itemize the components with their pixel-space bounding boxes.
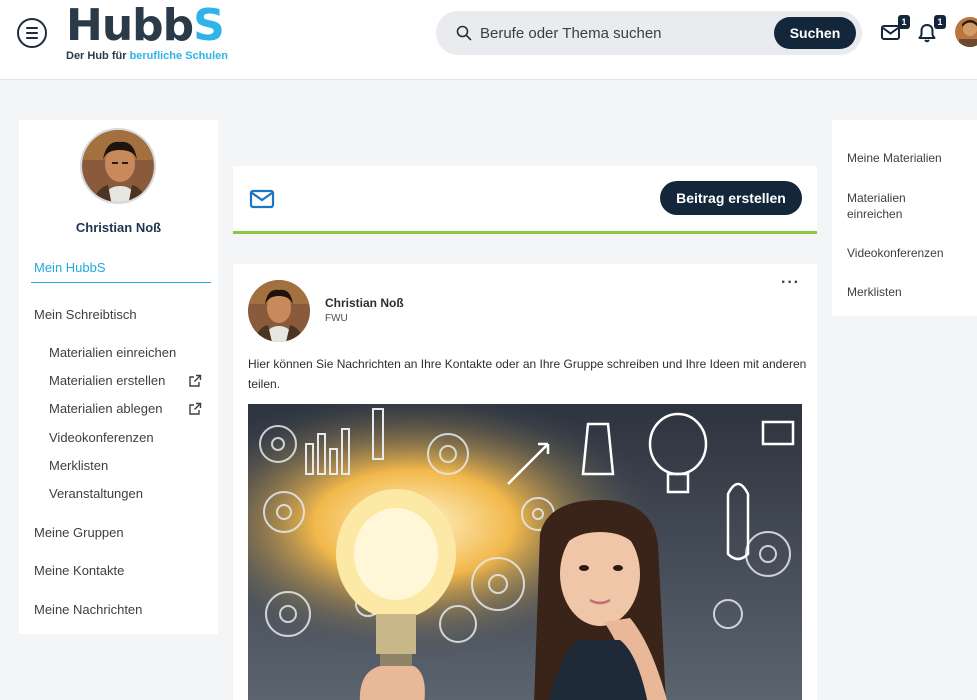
external-link-icon [189,374,202,387]
post-more-options-button[interactable]: ··· [781,274,800,292]
sidebar-item-meine-kontakte[interactable]: Meine Kontakte [34,563,124,578]
hubbs-logo[interactable]: HubbS Der Hub für berufliche Schulen [66,4,236,64]
post-author-name[interactable]: Christian Noß [325,296,404,310]
logo-tagline: Der Hub für berufliche Schulen [66,50,228,62]
search-bar: Suchen [436,11,862,55]
top-header: HubbS Der Hub für berufliche Schulen Suc… [0,0,977,80]
post-author-avatar[interactable] [248,280,310,342]
user-avatar[interactable] [955,17,977,47]
profile-photo [82,130,154,202]
post-illustration [248,404,802,700]
menu-icon-line [26,37,38,39]
quick-link-merklisten[interactable]: Merklisten [847,284,967,300]
quick-link-videokonferenzen[interactable]: Videokonferenzen [847,245,967,261]
quick-link-meine-materialien[interactable]: Meine Materialien [847,150,967,166]
post-image[interactable] [248,404,802,700]
menu-icon-line [26,32,38,34]
search-button[interactable]: Suchen [774,17,856,49]
search-icon [456,25,472,41]
search-input[interactable] [480,21,780,45]
create-post-button[interactable]: Beitrag erstellen [660,181,802,215]
sidebar-subitem-merklisten[interactable]: Merklisten [49,458,108,473]
sidebar-subitem-videokonferenzen[interactable]: Videokonferenzen [49,430,154,445]
quick-link-materialien-einreichen[interactable]: Materialien einreichen [847,190,927,222]
left-sidebar: Christian Noß Mein HubbS Mein Schreibtis… [19,120,218,634]
notifications-badge: 1 [934,15,946,29]
logo-wordmark: HubbS [66,0,225,51]
messages-button[interactable]: 1 [880,15,910,46]
sidebar-subitem-veranstaltungen[interactable]: Veranstaltungen [49,486,143,501]
sidebar-subitem-materialien-einreichen[interactable]: Materialien einreichen [49,345,176,360]
sidebar-subitem-materialien-erstellen[interactable]: Materialien erstellen [49,373,165,388]
sidebar-item-mein-schreibtisch[interactable]: Mein Schreibtisch [34,307,137,322]
sidebar-subitem-materialien-ablegen[interactable]: Materialien ablegen [49,401,162,416]
sidebar-item-meine-nachrichten[interactable]: Meine Nachrichten [34,602,142,617]
post-composer: Beitrag erstellen [233,166,817,234]
active-nav-underline [31,282,211,283]
profile-name[interactable]: Christian Noß [19,220,218,235]
profile-avatar[interactable] [80,128,156,204]
notifications-button[interactable]: 1 [916,15,946,46]
messages-badge: 1 [898,15,910,29]
sidebar-item-meine-gruppen[interactable]: Meine Gruppen [34,525,124,540]
hamburger-menu-button[interactable] [17,18,47,48]
post-author-photo [248,280,310,342]
post-text: Hier können Sie Nachrichten an Ihre Kont… [248,357,807,391]
mail-icon[interactable] [249,188,275,210]
post-author-org: FWU [325,313,348,324]
menu-icon-line [26,27,38,29]
external-link-icon [189,402,202,415]
sidebar-item-mein-hubbs[interactable]: Mein HubbS [34,260,106,275]
feed-post: Christian Noß FWU ··· Hier können Sie Na… [233,264,817,700]
right-quick-menu: Meine Materialien Materialien einreichen… [832,120,977,316]
avatar-image [955,17,977,47]
